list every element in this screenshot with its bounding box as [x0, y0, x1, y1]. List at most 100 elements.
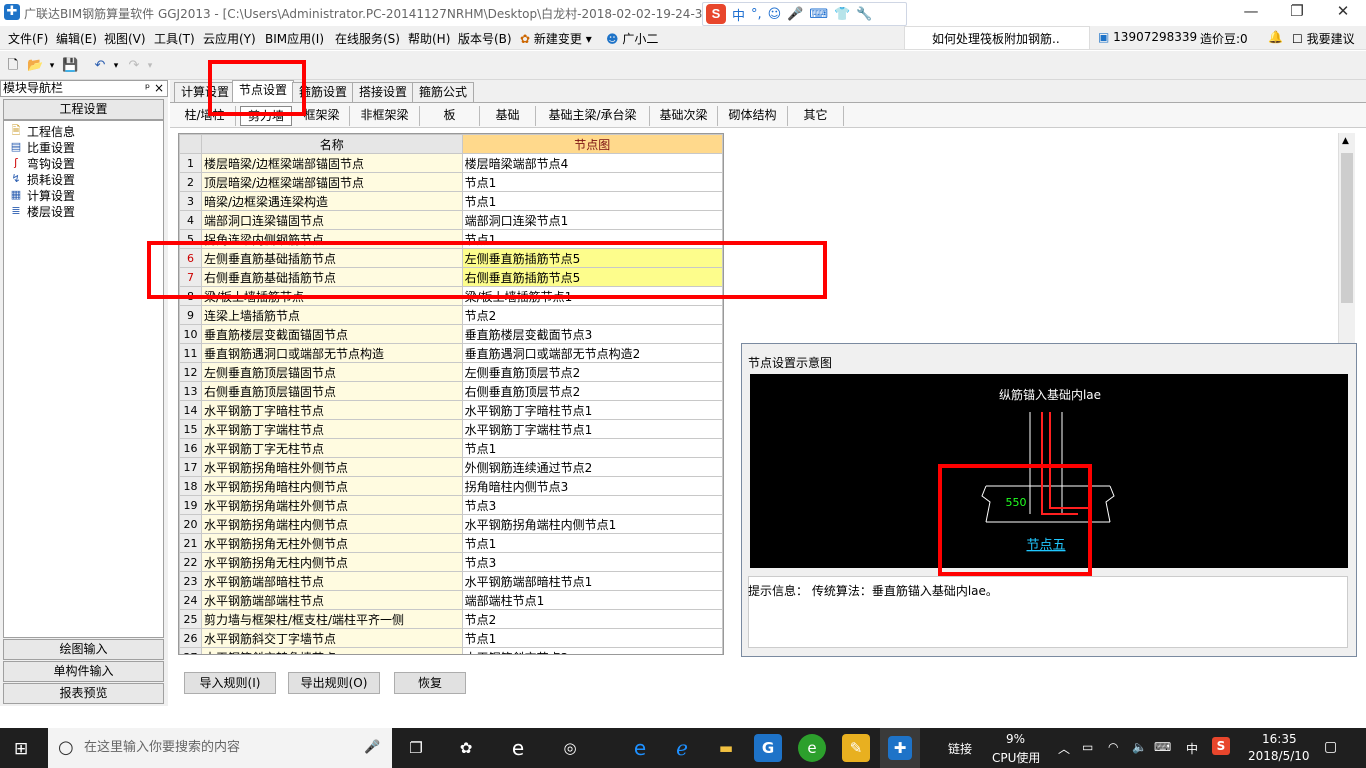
row-node-cell[interactable]: 水平钢筋丁字端柱节点1	[461, 419, 723, 439]
menu-help[interactable]: 帮助(H)	[408, 30, 450, 47]
notification-app-icon[interactable]: ◎	[556, 734, 584, 762]
tab-stirrup-formula[interactable]: 箍筋公式	[412, 82, 475, 102]
nav-item-project-info[interactable]: 🗎 工程信息	[8, 123, 75, 139]
keyboard-icon[interactable]: ⌨	[1154, 740, 1171, 754]
subtab-foundation-secondary-beam[interactable]: 基础次梁	[650, 106, 718, 126]
subtab-other[interactable]: 其它	[788, 106, 844, 126]
table-row[interactable]: 18 水平钢筋拐角暗柱内侧节点 拐角暗柱内侧节点3	[179, 476, 723, 496]
table-row[interactable]: 11 垂直钢筋遇洞口或端部无节点构造 垂直筋遇洞口或端部无节点构造2	[179, 343, 723, 363]
sogou-tray-icon[interactable]: S	[1212, 737, 1230, 755]
green-app-icon[interactable]: e	[798, 734, 826, 762]
ime-chinese-toggle[interactable]: 中	[732, 5, 745, 24]
menu-bim[interactable]: BIM应用(I)	[265, 30, 324, 47]
input-language[interactable]: 中	[1186, 740, 1198, 757]
row-node-cell[interactable]: 水平钢筋端部暗柱节点1	[461, 571, 723, 591]
table-row[interactable]: 24 水平钢筋端部端柱节点 端部端柱节点1	[179, 590, 723, 610]
row-node-cell[interactable]: 水平钢筋拐角端柱内侧节点1	[461, 514, 723, 534]
tray-overflow-icon[interactable]: ︿	[1058, 740, 1070, 757]
row-node-cell[interactable]: 水平钢筋丁字暗柱节点1	[461, 400, 723, 420]
menu-view[interactable]: 视图(V)	[104, 30, 146, 47]
ime-skin-icon[interactable]: 👕	[834, 7, 850, 22]
menu-cloud[interactable]: 云应用(Y)	[203, 30, 256, 47]
volume-icon[interactable]: 🔈	[1132, 740, 1147, 754]
nav-section-project-settings[interactable]: 工程设置	[3, 99, 164, 120]
nav-item-weight[interactable]: ▤ 比重设置	[8, 139, 75, 155]
subtab-foundation-main-beam[interactable]: 基础主梁/承台梁	[536, 106, 650, 126]
ime-keyboard-icon[interactable]: ⌨	[809, 7, 828, 22]
bell-icon[interactable]: 🔔	[1268, 30, 1283, 44]
row-node-cell[interactable]: 节点3	[461, 495, 723, 515]
user-account[interactable]: ▣ 13907298339	[1098, 30, 1197, 44]
table-row[interactable]: 16 水平钢筋丁字无柱节点 节点1	[179, 438, 723, 458]
nav-section-drawing-input[interactable]: 绘图输入	[3, 639, 164, 660]
ime-toolbar[interactable]: S 中 °, ☺ 🎤 ⌨ 👕 🔧	[702, 2, 907, 26]
nav-item-loss[interactable]: ↯ 损耗设置	[8, 171, 75, 187]
nav-item-floor[interactable]: ≣ 楼层设置	[8, 203, 75, 219]
ime-voice-icon[interactable]: 🎤	[787, 7, 803, 22]
edge-legacy-icon[interactable]: e	[504, 734, 532, 762]
task-view-icon[interactable]: ❐	[402, 734, 430, 762]
redo-dropdown-icon[interactable]: ▾	[142, 58, 158, 74]
restore-defaults-button[interactable]: 恢复	[394, 672, 466, 694]
new-file-icon[interactable]: 🗋	[5, 58, 21, 74]
table-row[interactable]: 10 垂直筋楼层变截面锚固节点 垂直筋楼层变截面节点3	[179, 324, 723, 344]
menu-online[interactable]: 在线服务(S)	[335, 30, 400, 47]
table-row[interactable]: 23 水平钢筋端部暗柱节点 水平钢筋端部暗柱节点1	[179, 571, 723, 591]
open-dropdown-icon[interactable]: ▾	[44, 58, 60, 74]
row-node-cell[interactable]: 垂直筋遇洞口或端部无节点构造2	[461, 343, 723, 363]
scroll-thumb[interactable]	[1341, 153, 1353, 303]
ime-tools-icon[interactable]: 🔧	[856, 7, 872, 22]
table-row[interactable]: 4 端部洞口连梁锚固节点 端部洞口连梁节点1	[179, 210, 723, 230]
glodon-app-icon[interactable]: G	[754, 734, 782, 762]
table-row[interactable]: 21 水平钢筋拐角无柱外侧节点 节点1	[179, 533, 723, 553]
subtab-masonry[interactable]: 砌体结构	[718, 106, 788, 126]
row-node-cell[interactable]: 水平钢筋斜交节点3	[461, 647, 723, 654]
undo-icon[interactable]: ↶	[92, 58, 108, 74]
table-row[interactable]: 15 水平钢筋丁字端柱节点 水平钢筋丁字端柱节点1	[179, 419, 723, 439]
minimize-button[interactable]: —	[1228, 0, 1274, 24]
export-rules-button[interactable]: 导出规则(O)	[288, 672, 380, 694]
question-link[interactable]: 如何处理筏板附加钢筋..	[932, 30, 1060, 47]
row-node-cell[interactable]: 外侧钢筋连续通过节点2	[461, 457, 723, 477]
windows-start-icon[interactable]: ⊞	[14, 739, 28, 759]
row-node-cell[interactable]: 节点2	[461, 305, 723, 325]
subtab-slab[interactable]: 板	[420, 106, 480, 126]
row-node-cell[interactable]: 节点3	[461, 552, 723, 572]
table-row[interactable]: 17 水平钢筋拐角暗柱外侧节点 外侧钢筋连续通过节点2	[179, 457, 723, 477]
ie-icon[interactable]: ℯ	[668, 734, 696, 762]
scroll-up-icon[interactable]: ▲	[1342, 136, 1349, 146]
menu-guangxiaoer[interactable]: ☻ 广小二	[606, 30, 658, 47]
link-label[interactable]: 链接	[948, 740, 972, 757]
close-button[interactable]: ✕	[1320, 0, 1366, 24]
row-node-cell[interactable]: 节点1	[461, 191, 723, 211]
row-node-cell[interactable]: 左侧垂直筋顶层节点2	[461, 362, 723, 382]
ggj-app-icon[interactable]: ✚	[880, 728, 920, 768]
table-row[interactable]: 20 水平钢筋拐角端柱内侧节点 水平钢筋拐角端柱内侧节点1	[179, 514, 723, 534]
edge-icon[interactable]: e	[626, 734, 654, 762]
row-node-cell[interactable]: 节点2	[461, 609, 723, 629]
row-node-cell[interactable]: 右侧垂直筋顶层节点2	[461, 381, 723, 401]
table-row[interactable]: 3 暗梁/边框梁遇连梁构造 节点1	[179, 191, 723, 211]
nav-section-report-preview[interactable]: 报表预览	[3, 683, 164, 704]
import-rules-button[interactable]: 导入规则(I)	[184, 672, 276, 694]
row-node-cell[interactable]: 楼层暗梁端部节点4	[461, 153, 723, 173]
fan-app-icon[interactable]: ✿	[452, 734, 480, 762]
pin-close-icon[interactable]: ᵖ ×	[145, 81, 164, 96]
table-row[interactable]: 14 水平钢筋丁字暗柱节点 水平钢筋丁字暗柱节点1	[179, 400, 723, 420]
restore-button[interactable]: ❐	[1274, 0, 1320, 24]
row-node-cell[interactable]: 节点1	[461, 533, 723, 553]
table-row[interactable]: 22 水平钢筋拐角无柱内侧节点 节点3	[179, 552, 723, 572]
table-row[interactable]: 13 右侧垂直筋顶层锚固节点 右侧垂直筋顶层节点2	[179, 381, 723, 401]
microphone-icon[interactable]: 🎤	[364, 728, 380, 768]
note-app-icon[interactable]: ✎	[842, 734, 870, 762]
menu-new-change[interactable]: ✿ 新建变更 ▾	[520, 30, 592, 47]
undo-dropdown-icon[interactable]: ▾	[108, 58, 124, 74]
row-node-cell[interactable]: 节点1	[461, 172, 723, 192]
save-icon[interactable]: 💾	[62, 58, 78, 74]
table-row[interactable]: 2 顶层暗梁/边框梁端部锚固节点 节点1	[179, 172, 723, 192]
ime-emoji-icon[interactable]: ☺	[768, 7, 782, 22]
menu-file[interactable]: 文件(F)	[8, 30, 48, 47]
subtab-nonframe-beam[interactable]: 非框架梁	[350, 106, 420, 126]
row-node-cell[interactable]: 端部端柱节点1	[461, 590, 723, 610]
row-node-cell[interactable]: 拐角暗柱内侧节点3	[461, 476, 723, 496]
